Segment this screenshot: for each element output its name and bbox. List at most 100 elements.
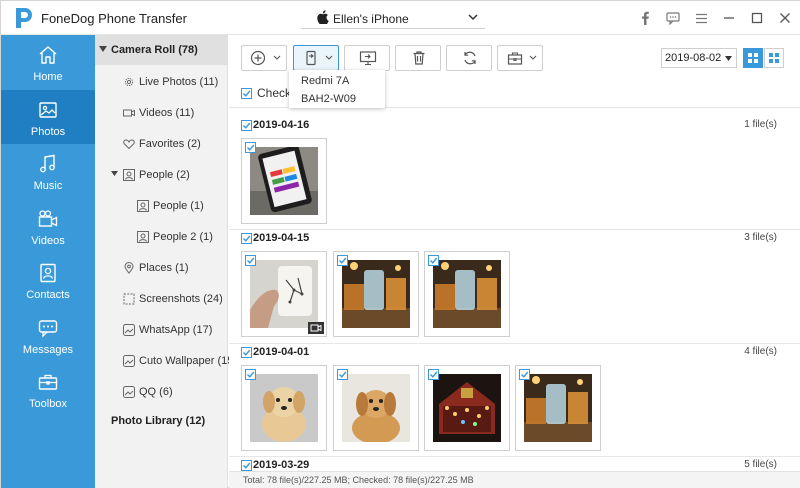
tree-item-places[interactable]: Places (1) <box>95 259 228 279</box>
device-selector[interactable]: Ellen's iPhone <box>301 7 485 29</box>
videos-icon <box>38 209 58 227</box>
messages-icon <box>38 319 58 338</box>
facebook-icon[interactable] <box>637 10 653 26</box>
photo-checkbox[interactable] <box>245 369 256 380</box>
tree-label: People 2 (1) <box>153 231 213 243</box>
list-view-icon <box>769 53 779 63</box>
main-nav: Home Photos Music Videos Contacts Messag… <box>1 35 95 488</box>
tree-label: WhatsApp (17) <box>139 324 213 336</box>
photo-checkbox[interactable] <box>519 369 530 380</box>
album-icon <box>123 386 135 398</box>
close-icon[interactable] <box>777 10 793 26</box>
tree-item-people[interactable]: People (2) <box>95 166 228 186</box>
photo-checkbox[interactable] <box>337 369 348 380</box>
photo-checkbox[interactable] <box>337 255 348 266</box>
photo-checkbox[interactable] <box>428 255 439 266</box>
tree-item-people-1[interactable]: People (1) <box>95 197 228 217</box>
nav-item-messages[interactable]: Messages <box>1 308 95 363</box>
photo-thumbnail[interactable] <box>424 365 510 451</box>
video-thumbnail[interactable] <box>241 251 327 337</box>
dropdown-option-redmi[interactable]: Redmi 7A <box>301 75 349 87</box>
dropdown-arrow-icon <box>725 56 732 61</box>
nav-item-videos[interactable]: Videos <box>1 199 95 254</box>
nav-label-home: Home <box>33 71 63 83</box>
photo-thumbnail[interactable] <box>333 365 419 451</box>
app-logo-icon <box>16 8 32 28</box>
live-photo-icon <box>124 77 134 87</box>
photos-icon <box>39 101 57 118</box>
date-group-header: 2019-04-16 1 file(s) <box>229 117 800 137</box>
photo-image <box>524 374 592 442</box>
photo-image <box>250 374 318 442</box>
date-filter-select[interactable]: 2019-08-02 <box>661 48 737 68</box>
tree-label: Live Photos (11) <box>139 76 219 88</box>
feedback-icon[interactable] <box>665 10 681 26</box>
date-group-header: 2019-04-01 4 file(s) <box>229 344 800 364</box>
video-badge-icon <box>308 322 324 334</box>
nav-item-toolbox[interactable]: Toolbox <box>1 362 95 417</box>
apple-icon <box>317 10 329 24</box>
tree-item-qq[interactable]: QQ (6) <box>95 383 228 403</box>
tree-item-videos[interactable]: Videos (11) <box>95 104 228 124</box>
group-checkbox[interactable] <box>241 233 252 244</box>
photo-checkbox[interactable] <box>245 142 256 153</box>
refresh-button[interactable] <box>446 45 492 71</box>
toolbox-button[interactable] <box>497 45 543 71</box>
photo-image <box>342 260 410 328</box>
delete-button[interactable] <box>395 45 441 71</box>
menu-icon[interactable] <box>693 10 709 26</box>
dropdown-option-bah2[interactable]: BAH2-W09 <box>301 93 356 105</box>
tree-label: Favorites (2) <box>139 138 201 150</box>
tree-item-photo-library[interactable]: Photo Library (12) <box>111 415 205 427</box>
add-button[interactable] <box>241 45 287 71</box>
group-checkbox[interactable] <box>241 120 252 131</box>
photo-image <box>433 374 501 442</box>
nav-item-photos[interactable]: Photos <box>1 89 95 144</box>
person-icon <box>137 200 149 212</box>
tree-item-favorites[interactable]: Favorites (2) <box>95 135 228 155</box>
photo-thumbnail[interactable] <box>241 365 327 451</box>
add-icon <box>250 50 266 66</box>
export-to-device-icon <box>306 50 316 66</box>
nav-item-contacts[interactable]: Contacts <box>1 253 95 308</box>
nav-label-videos: Videos <box>31 234 65 247</box>
tree-item-whatsapp[interactable]: WhatsApp (17) <box>95 321 228 341</box>
chevron-down-icon <box>529 55 537 60</box>
export-to-pc-icon <box>359 51 377 66</box>
maximize-icon[interactable] <box>749 10 765 26</box>
refresh-icon <box>464 51 476 65</box>
nav-item-music[interactable]: Music <box>1 144 95 199</box>
category-tree: Camera Roll (78) Live Photos (11) Videos… <box>95 35 237 488</box>
tree-item-people-2[interactable]: People 2 (1) <box>95 228 228 248</box>
photo-checkbox[interactable] <box>245 255 256 266</box>
heart-icon <box>123 139 135 150</box>
photo-image <box>433 260 501 328</box>
photo-thumbnail[interactable] <box>424 251 510 337</box>
export-to-device-button[interactable] <box>293 45 339 71</box>
group-checkbox[interactable] <box>241 347 252 358</box>
list-view-button[interactable] <box>764 48 784 68</box>
group-file-count: 5 file(s) <box>744 459 777 470</box>
photo-thumbnail[interactable] <box>333 251 419 337</box>
check-all-checkbox[interactable] <box>241 88 252 99</box>
grid-view-icon <box>748 53 758 63</box>
tree-label: Videos (11) <box>139 107 195 119</box>
export-to-pc-button[interactable] <box>344 45 390 71</box>
photo-checkbox[interactable] <box>428 369 439 380</box>
tree-item-camera-roll[interactable]: Camera Roll (78) <box>95 35 228 65</box>
date-filter-value: 2019-08-02 <box>665 52 722 64</box>
nav-item-home[interactable]: Home <box>1 35 95 90</box>
nav-label-photos: Photos <box>30 125 66 138</box>
photo-thumbnail[interactable] <box>241 138 327 224</box>
tree-item-cuto-wallpaper[interactable]: Cuto Wallpaper (15) <box>95 352 237 372</box>
photo-thumbnail[interactable] <box>515 365 601 451</box>
tree-item-live-photos[interactable]: Live Photos (11) <box>95 73 228 93</box>
minimize-icon[interactable] <box>721 10 737 26</box>
contacts-icon <box>40 263 56 283</box>
group-date: 2019-04-16 <box>253 119 310 131</box>
trash-icon <box>413 51 425 65</box>
tree-item-screenshots[interactable]: Screenshots (24) <box>95 290 228 310</box>
group-checkbox[interactable] <box>241 460 252 471</box>
grid-view-button[interactable] <box>743 48 763 68</box>
app-window: FoneDog Phone Transfer Ellen's iPhone Ho… <box>0 0 800 488</box>
